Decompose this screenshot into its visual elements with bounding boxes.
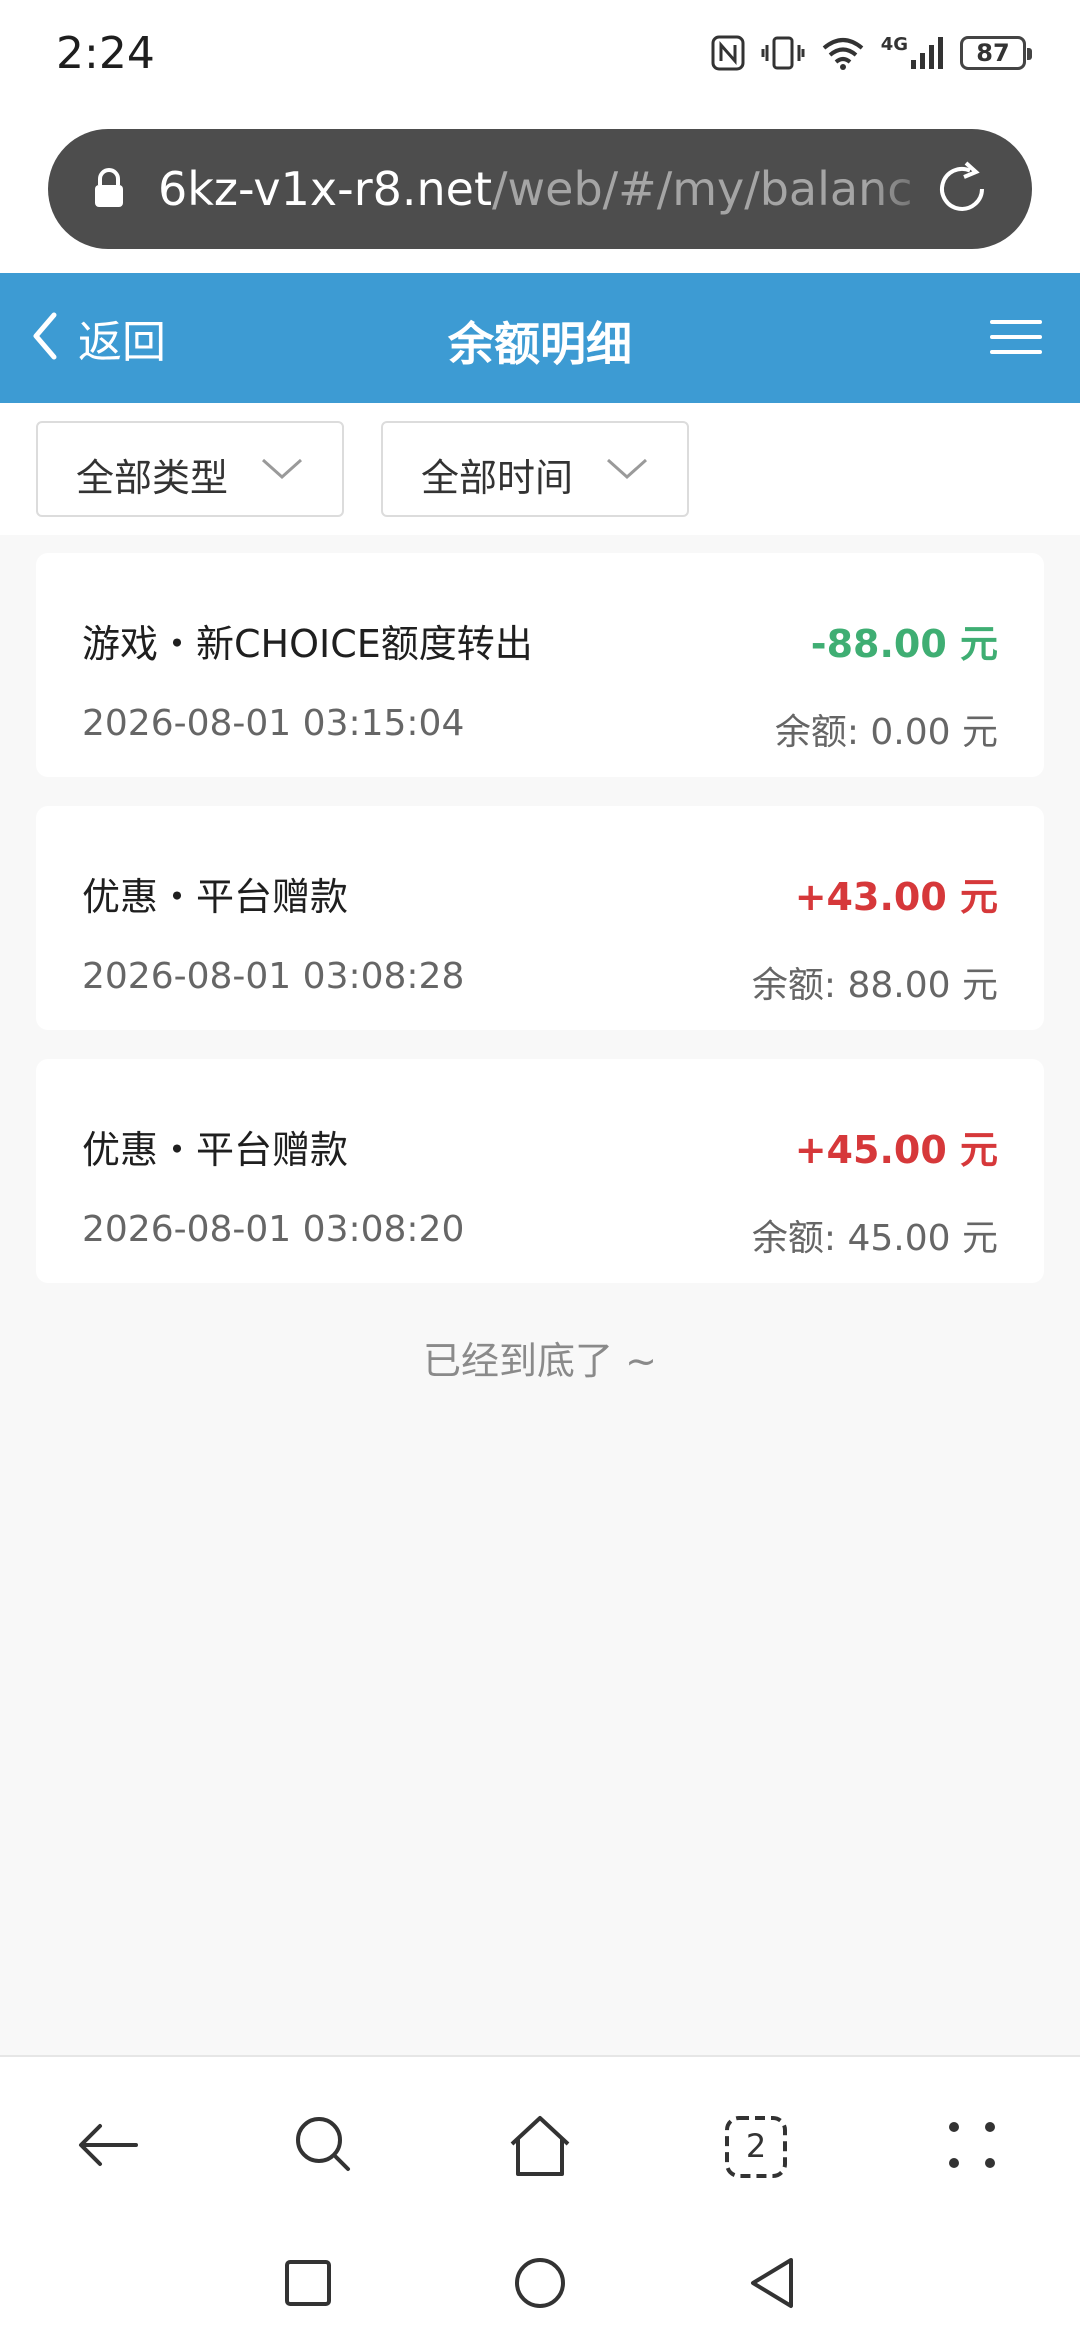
balance-record[interactable]: 优惠・平台赠款 +45.00 元 2026-08-01 03:08:20 余额:… bbox=[36, 1059, 1044, 1283]
time-filter-dropdown[interactable]: 全部时间 bbox=[381, 421, 689, 517]
network-type-label: 4G bbox=[880, 34, 908, 55]
chevron-down-icon bbox=[605, 455, 649, 487]
url-host: 6kz-v1x-r8.net bbox=[158, 162, 493, 216]
record-title: 优惠・平台赠款 bbox=[82, 1128, 349, 1172]
recents-square-icon bbox=[284, 2259, 332, 2311]
address-bar[interactable]: 6kz-v1x-r8.net/web/#/my/balanc bbox=[48, 129, 1032, 249]
browser-more-button[interactable] bbox=[932, 2107, 1012, 2187]
back-triangle-icon bbox=[747, 2256, 797, 2314]
record-balance: 余额: 88.00 元 bbox=[751, 965, 998, 1006]
screen: 2:24 4G 87 6kz-v1x-r8.net/web/#/my/balan… bbox=[0, 0, 1080, 2340]
browser-toolbar: 2 bbox=[0, 2055, 1080, 2227]
tab-count: 2 bbox=[745, 2127, 767, 2165]
time-filter-label: 全部时间 bbox=[421, 456, 574, 500]
status-time: 2:24 bbox=[56, 28, 155, 79]
status-icons: 4G 87 bbox=[711, 30, 1032, 76]
home-icon bbox=[506, 2112, 574, 2182]
record-date: 2026-08-01 03:15:04 bbox=[82, 703, 465, 744]
end-of-list-note: 已经到底了 ~ bbox=[423, 1339, 657, 1383]
back-nav-button[interactable] bbox=[742, 2255, 802, 2315]
record-title: 游戏・新CHOICE额度转出 bbox=[82, 622, 533, 666]
signal-4g-icon: 4G bbox=[881, 36, 944, 70]
lock-icon bbox=[92, 167, 126, 215]
filter-bar: 全部类型 全部时间 bbox=[0, 403, 1080, 535]
nfc-icon bbox=[711, 35, 745, 71]
status-bar: 2:24 4G 87 bbox=[0, 0, 1080, 110]
page-title: 余额明细 bbox=[448, 317, 632, 371]
record-amount: -88.00 元 bbox=[810, 622, 998, 666]
browser-tabs-button[interactable]: 2 bbox=[716, 2107, 796, 2187]
search-icon bbox=[292, 2113, 356, 2181]
record-balance: 余额: 0.00 元 bbox=[774, 712, 998, 753]
browser-home-button[interactable] bbox=[500, 2107, 580, 2187]
recents-button[interactable] bbox=[278, 2255, 338, 2315]
home-circle-icon bbox=[513, 2256, 567, 2314]
tabs-icon: 2 bbox=[724, 2115, 788, 2179]
record-amount: +43.00 元 bbox=[794, 875, 998, 919]
app-header: 返回 余额明细 bbox=[0, 273, 1080, 403]
chevron-down-icon bbox=[260, 455, 304, 487]
wifi-icon bbox=[821, 35, 865, 71]
vibrate-icon bbox=[761, 35, 805, 71]
battery-level: 87 bbox=[976, 39, 1010, 67]
menu-icon[interactable] bbox=[988, 317, 1044, 361]
record-title: 优惠・平台赠款 bbox=[82, 875, 349, 919]
back-arrow-icon bbox=[76, 2120, 140, 2174]
home-nav-button[interactable] bbox=[510, 2255, 570, 2315]
record-amount: +45.00 元 bbox=[794, 1128, 998, 1172]
record-date: 2026-08-01 03:08:28 bbox=[82, 956, 465, 997]
balance-record[interactable]: 优惠・平台赠款 +43.00 元 2026-08-01 03:08:28 余额:… bbox=[36, 806, 1044, 1030]
more-icon bbox=[944, 2117, 1000, 2177]
browser-back-button[interactable] bbox=[68, 2107, 148, 2187]
record-balance: 余额: 45.00 元 bbox=[751, 1218, 998, 1259]
reload-icon[interactable] bbox=[932, 159, 992, 223]
url-text[interactable]: 6kz-v1x-r8.net/web/#/my/balanc bbox=[158, 161, 938, 217]
browser-address-area: 6kz-v1x-r8.net/web/#/my/balanc bbox=[0, 110, 1080, 273]
battery-icon: 87 bbox=[960, 36, 1032, 70]
record-date: 2026-08-01 03:08:20 bbox=[82, 1209, 465, 1250]
type-filter-label: 全部类型 bbox=[76, 456, 229, 500]
system-navigation-bar bbox=[0, 2225, 1080, 2340]
balance-record[interactable]: 游戏・新CHOICE额度转出 -88.00 元 2026-08-01 03:15… bbox=[36, 553, 1044, 777]
url-path: /web/#/my/balanc bbox=[492, 162, 913, 216]
browser-search-button[interactable] bbox=[284, 2107, 364, 2187]
type-filter-dropdown[interactable]: 全部类型 bbox=[36, 421, 344, 517]
